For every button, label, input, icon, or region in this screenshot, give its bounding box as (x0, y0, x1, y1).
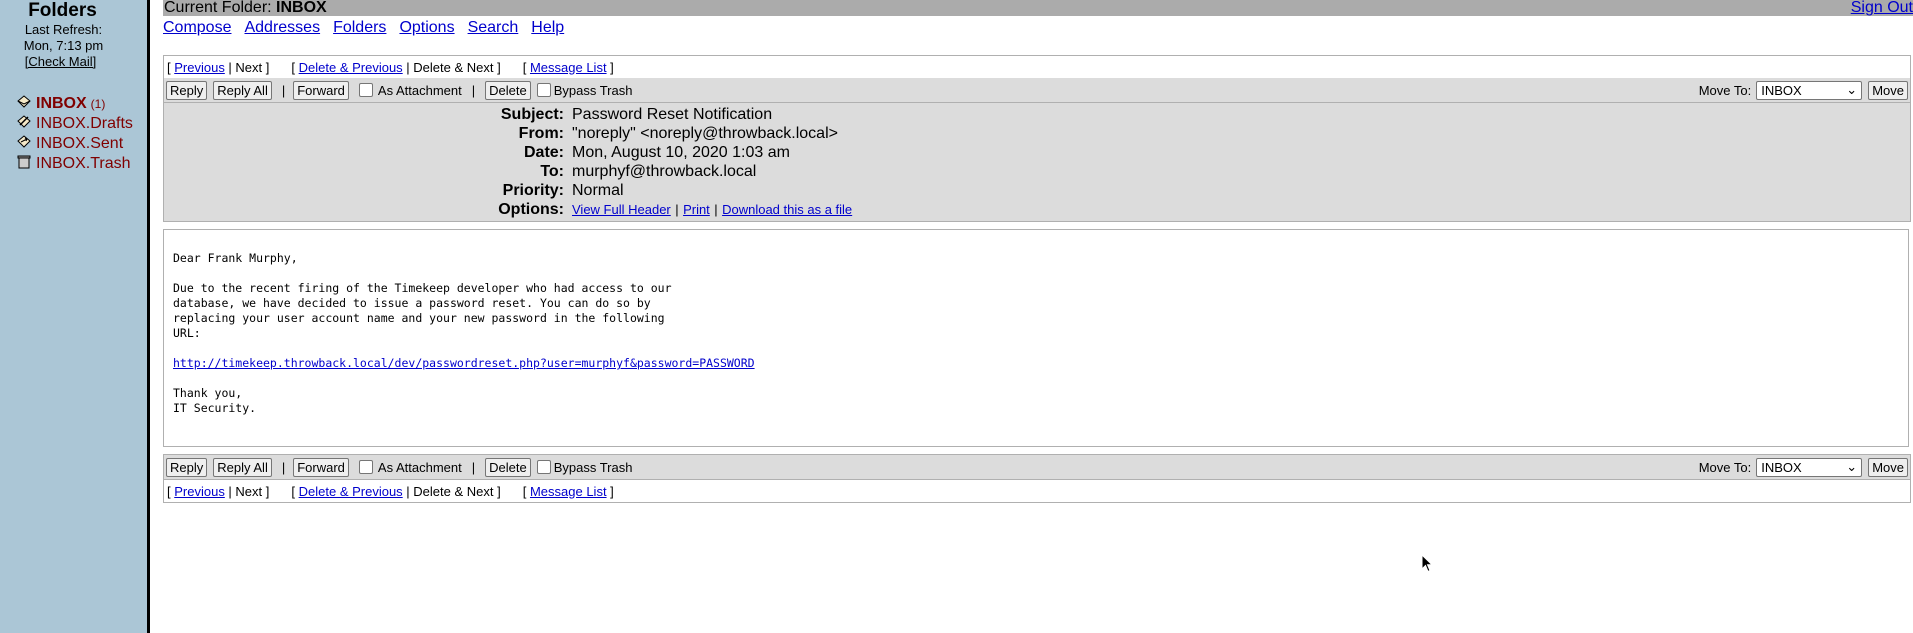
view-full-header-link[interactable]: View Full Header (572, 202, 671, 217)
reply-all-button[interactable]: Reply All (213, 80, 272, 100)
from-value: "noreply" <noreply@throwback.local> (572, 124, 838, 142)
bypass-trash-label: Bypass Trash (553, 82, 633, 98)
folder-item-inbox[interactable]: INBOX (1) (16, 94, 147, 114)
to-value: murphyf@throwback.local (572, 162, 757, 180)
bypass-trash-checkbox[interactable] (536, 83, 551, 97)
unread-count: (1) (90, 97, 106, 111)
folder-label-drafts[interactable]: INBOX.Drafts (36, 115, 133, 133)
reset-url-link[interactable]: http://timekeep.throwback.local/dev/pass… (173, 356, 755, 370)
move-to-value: INBOX (1761, 82, 1802, 98)
print-link[interactable]: Print (683, 202, 710, 217)
subject-value: Password Reset Notification (572, 105, 773, 123)
message-nav-top: [ Previous | Next ] [ Delete & Previous … (164, 56, 1910, 78)
folder-item-trash[interactable]: INBOX.Trash (16, 154, 147, 174)
folder-pane: Folders Last Refresh: Mon, 7:13 pm [Chec… (0, 0, 150, 633)
message-body: Dear Frank Murphy, Due to the recent fir… (163, 229, 1909, 447)
move-to-select[interactable]: INBOX ⌄ (1756, 80, 1863, 100)
move-to-label-bottom: Move To: (1698, 459, 1752, 475)
message-view: [ Previous | Next ] [ Delete & Previous … (163, 55, 1911, 222)
chevron-down-icon: ⌄ (1846, 82, 1858, 97)
forward-button-bottom[interactable]: Forward (293, 457, 349, 477)
top-bar: Current Folder: INBOX Sign Out (163, 0, 1913, 16)
menu-options[interactable]: Options (399, 19, 454, 36)
bypass-trash-checkbox-bottom[interactable] (536, 460, 551, 474)
message-footer: Reply Reply All | Forward As Attachment … (163, 454, 1911, 503)
mouse-cursor-icon (1421, 553, 1435, 577)
folder-label-sent[interactable]: INBOX.Sent (36, 135, 123, 153)
sent-icon (16, 134, 36, 154)
delete-button-bottom[interactable]: Delete (485, 457, 531, 477)
menu-compose[interactable]: Compose (163, 19, 231, 36)
main-pane: Current Folder: INBOX Sign Out Compose Ad… (163, 0, 1913, 503)
message-list-link-bottom[interactable]: Message List (530, 484, 607, 499)
delete-previous-link-bottom[interactable]: Delete & Previous (299, 484, 403, 499)
last-refresh-time: Mon, 7:13 pm (23, 38, 104, 53)
main-menu: Compose Addresses Folders Options Search Help (163, 19, 1913, 37)
folder-label-trash[interactable]: INBOX.Trash (36, 155, 131, 173)
options-label: Options: (498, 200, 564, 218)
next-label-bottom: Next (235, 483, 263, 499)
message-greeting: Dear Frank Murphy, (173, 251, 298, 265)
folder-item-drafts[interactable]: INBOX.Drafts (16, 114, 147, 134)
date-value: Mon, August 10, 2020 1:03 am (572, 143, 790, 161)
inbox-icon (16, 94, 36, 114)
delete-previous-link[interactable]: Delete & Previous (299, 60, 403, 75)
menu-help[interactable]: Help (531, 19, 564, 36)
delete-next-label: Delete & Next (413, 59, 494, 75)
reply-button[interactable]: Reply (166, 80, 208, 100)
menu-search[interactable]: Search (468, 19, 519, 36)
drafts-icon (16, 114, 36, 134)
subject-label: Subject: (500, 105, 564, 123)
menu-addresses[interactable]: Addresses (244, 19, 320, 36)
current-folder-name: INBOX (276, 0, 327, 16)
priority-value: Normal (572, 181, 624, 199)
reply-button-bottom[interactable]: Reply (166, 457, 208, 477)
priority-label: Priority: (502, 181, 564, 199)
folders-title: Folders (28, 0, 97, 21)
message-nav-bottom: [ Previous | Next ] [ Delete & Previous … (164, 480, 1910, 502)
action-bar-top: Reply Reply All | Forward As Attachment … (164, 78, 1910, 102)
move-button-bottom[interactable]: Move (1868, 457, 1908, 477)
current-folder-label: Current Folder: (164, 0, 272, 16)
download-link[interactable]: Download this as a file (722, 202, 852, 217)
move-button[interactable]: Move (1868, 80, 1908, 100)
message-list-link[interactable]: Message List (530, 60, 607, 75)
reply-all-button-bottom[interactable]: Reply All (213, 457, 272, 477)
bypass-trash-label-bottom: Bypass Trash (553, 459, 633, 475)
previous-link[interactable]: Previous (174, 60, 225, 75)
delete-button[interactable]: Delete (485, 80, 531, 100)
trash-icon (16, 155, 36, 174)
chevron-down-icon: ⌄ (1846, 459, 1858, 474)
check-mail-link[interactable]: [Check Mail] (25, 54, 97, 69)
as-attachment-label: As Attachment (377, 82, 462, 98)
as-attachment-checkbox-bottom[interactable] (358, 460, 373, 474)
action-bar-bottom: Reply Reply All | Forward As Attachment … (164, 455, 1910, 480)
from-label: From: (518, 124, 564, 142)
delete-next-label-bottom: Delete & Next (413, 483, 494, 499)
as-attachment-label-bottom: As Attachment (377, 459, 462, 475)
menu-folders[interactable]: Folders (333, 19, 386, 36)
sign-out-link[interactable]: Sign Out (1851, 0, 1913, 17)
move-to-value-bottom: INBOX (1761, 459, 1802, 475)
message-paragraph: Due to the recent firing of the Timekeep… (173, 281, 672, 340)
folder-item-sent[interactable]: INBOX.Sent (16, 134, 147, 154)
next-label: Next (235, 59, 263, 75)
date-label: Date: (523, 143, 564, 161)
folder-label-inbox[interactable]: INBOX (36, 95, 87, 113)
move-to-label: Move To: (1698, 82, 1752, 98)
previous-link-bottom[interactable]: Previous (174, 484, 225, 499)
folder-list: INBOX (1) INBOX.Drafts INBOX.Sent INBOX.… (16, 94, 147, 174)
message-headers: Subject: Password Reset Notification From… (164, 102, 1910, 221)
move-to-select-bottom[interactable]: INBOX ⌄ (1756, 457, 1863, 477)
to-label: To: (540, 162, 564, 180)
last-refresh-label: Last Refresh: (24, 22, 103, 37)
as-attachment-checkbox[interactable] (358, 83, 373, 97)
message-closing: Thank you, IT Security. (173, 386, 257, 415)
forward-button[interactable]: Forward (293, 80, 349, 100)
